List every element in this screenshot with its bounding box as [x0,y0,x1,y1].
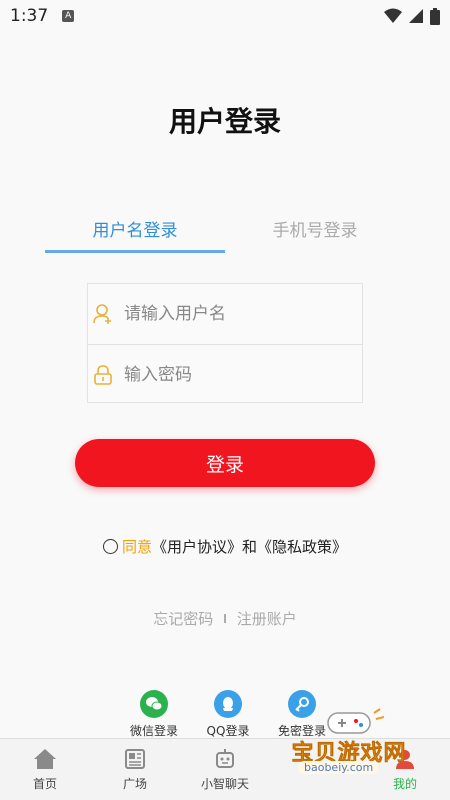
wechat-login-label: 微信登录 [129,724,178,738]
gamepad-icon [327,708,385,734]
password-input[interactable] [124,364,344,385]
agree-radio[interactable] [102,539,118,554]
watermark-logo: 宝贝游戏网 baobeiy.com [276,707,422,785]
password-field [88,344,362,404]
login-tabs: 用户名登录 手机号登录 [45,213,405,253]
wechat-icon [140,690,168,718]
login-button[interactable]: 登录 [75,439,375,487]
wifi-icon [384,8,402,23]
user-agreement-link[interactable]: 《用户协议》 [152,536,242,557]
agree-text: 同意 [121,538,152,556]
nav-chat[interactable]: 小智聊天 [180,739,270,800]
status-bar: 1:37 A [0,0,450,32]
watermark-url: baobeiy.com [298,761,380,774]
username-input[interactable] [124,304,344,324]
home-icon [33,747,57,771]
notification-app-icon: A [62,10,75,22]
username-field [88,284,362,344]
user-add-icon [92,303,114,325]
qq-login-button[interactable]: QQ登录 [194,690,262,739]
wechat-login-button[interactable]: 微信登录 [120,690,188,739]
battery-icon [430,7,440,25]
link-separator: I [223,611,227,626]
nav-chat-label: 小智聊天 [200,777,249,791]
nav-square[interactable]: 广场 [90,739,180,800]
lock-icon [92,364,114,386]
tab-phone-login[interactable]: 手机号登录 [225,213,405,253]
status-time: 1:37 [10,6,49,26]
page-title: 用户登录 [168,105,281,138]
and-text: 和 [242,538,258,556]
forgot-password-link[interactable]: 忘记密码 [153,608,213,629]
nav-square-label: 广场 [122,777,147,791]
account-links: 忘记密码 I 注册账户 [0,608,450,629]
nav-home-label: 首页 [32,777,57,791]
newspaper-icon [123,747,147,771]
robot-icon [213,747,237,771]
agreement-row: 同意 《用户协议》 和 《隐私政策》 [0,536,450,557]
qq-login-label: QQ登录 [206,724,250,738]
status-icons [384,7,440,25]
nav-home[interactable]: 首页 [0,739,90,800]
signal-icon [409,9,423,23]
login-form [87,283,363,403]
qq-icon [214,690,242,718]
tab-username-login[interactable]: 用户名登录 [45,213,225,253]
register-link[interactable]: 注册账户 [237,608,297,629]
privacy-policy-link[interactable]: 《隐私政策》 [257,536,347,557]
